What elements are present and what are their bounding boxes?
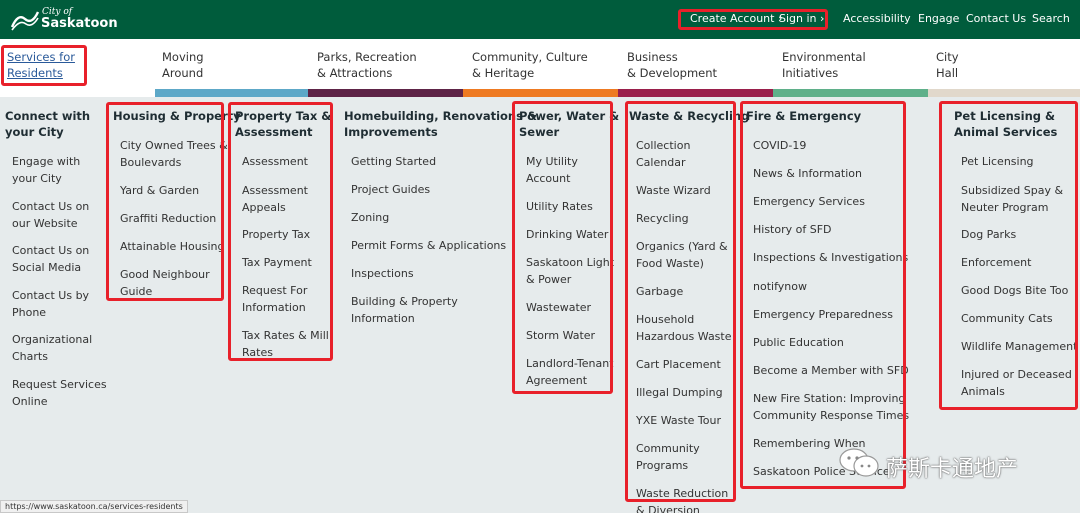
- highlight-box-account: [678, 9, 828, 30]
- nav-environmental-initiatives[interactable]: Environmental Initiatives: [782, 49, 866, 81]
- menu-link[interactable]: Project Guides: [351, 182, 430, 199]
- highlight-box-power-water: [512, 101, 613, 394]
- column-heading: Homebuilding, Renovations & Improvements: [344, 109, 537, 139]
- menu-link[interactable]: Getting Started: [351, 154, 436, 171]
- logo-mark-icon: [10, 11, 40, 31]
- highlight-box-housing: [106, 102, 224, 301]
- menu-link[interactable]: Building & Property Information: [351, 294, 458, 327]
- column-heading: Connect with your City: [5, 109, 91, 139]
- nav-strip-moving: [155, 89, 308, 97]
- nav-business-development[interactable]: Business & Development: [627, 49, 717, 81]
- menu-link[interactable]: Contact Us on our Website: [12, 199, 89, 232]
- menu-link[interactable]: Engage with your City: [12, 154, 80, 187]
- nav-strip-parks: [308, 89, 463, 97]
- nav-city-hall[interactable]: City Hall: [936, 49, 959, 81]
- contact-us-link[interactable]: Contact Us: [966, 12, 1026, 25]
- highlight-box-waste: [625, 101, 736, 502]
- nav-strip-city-hall: [928, 89, 1080, 97]
- nav-strip-environmental: [773, 89, 928, 97]
- watermark: 萨斯卡通地产: [838, 445, 1068, 483]
- status-bar-url: https://www.saskatoon.ca/services-reside…: [0, 500, 188, 513]
- chat-bubbles-icon: [839, 448, 879, 477]
- highlight-box-nav: [1, 45, 87, 86]
- menu-link[interactable]: Contact Us on Social Media: [12, 243, 89, 276]
- menu-link[interactable]: Permit Forms & Applications: [351, 238, 506, 255]
- nav-moving-around[interactable]: Moving Around: [162, 49, 204, 81]
- highlight-box-pets: [939, 101, 1078, 410]
- highlight-box-property-tax: [228, 102, 333, 361]
- nav-strip-business: [618, 89, 773, 97]
- menu-link[interactable]: Zoning: [351, 210, 389, 227]
- engage-link[interactable]: Engage: [918, 12, 959, 25]
- logo-text-big: Saskatoon: [41, 16, 118, 31]
- highlight-box-fire: [740, 101, 906, 489]
- top-bar: City of Saskatoon Create Account › Sign …: [0, 0, 1080, 39]
- nav-parks-recreation[interactable]: Parks, Recreation & Attractions: [317, 49, 417, 81]
- search-link[interactable]: Search: [1032, 12, 1070, 25]
- menu-link[interactable]: Inspections: [351, 266, 414, 283]
- menu-link[interactable]: Organizational Charts: [12, 332, 92, 365]
- city-logo[interactable]: City of Saskatoon: [10, 7, 118, 33]
- menu-column-homebuilding: Homebuilding, Renovations & Improvements…: [344, 108, 537, 325]
- menu-link[interactable]: Request Services Online: [12, 377, 107, 410]
- nav-community-culture[interactable]: Community, Culture & Heritage: [472, 49, 588, 81]
- accessibility-link[interactable]: Accessibility: [843, 12, 911, 25]
- menu-column-connect: Connect with your City Engage with your …: [5, 108, 107, 408]
- watermark-text: 萨斯卡通地产: [886, 457, 1019, 482]
- menu-link[interactable]: Contact Us by Phone: [12, 288, 89, 321]
- nav-strip-community: [463, 89, 618, 97]
